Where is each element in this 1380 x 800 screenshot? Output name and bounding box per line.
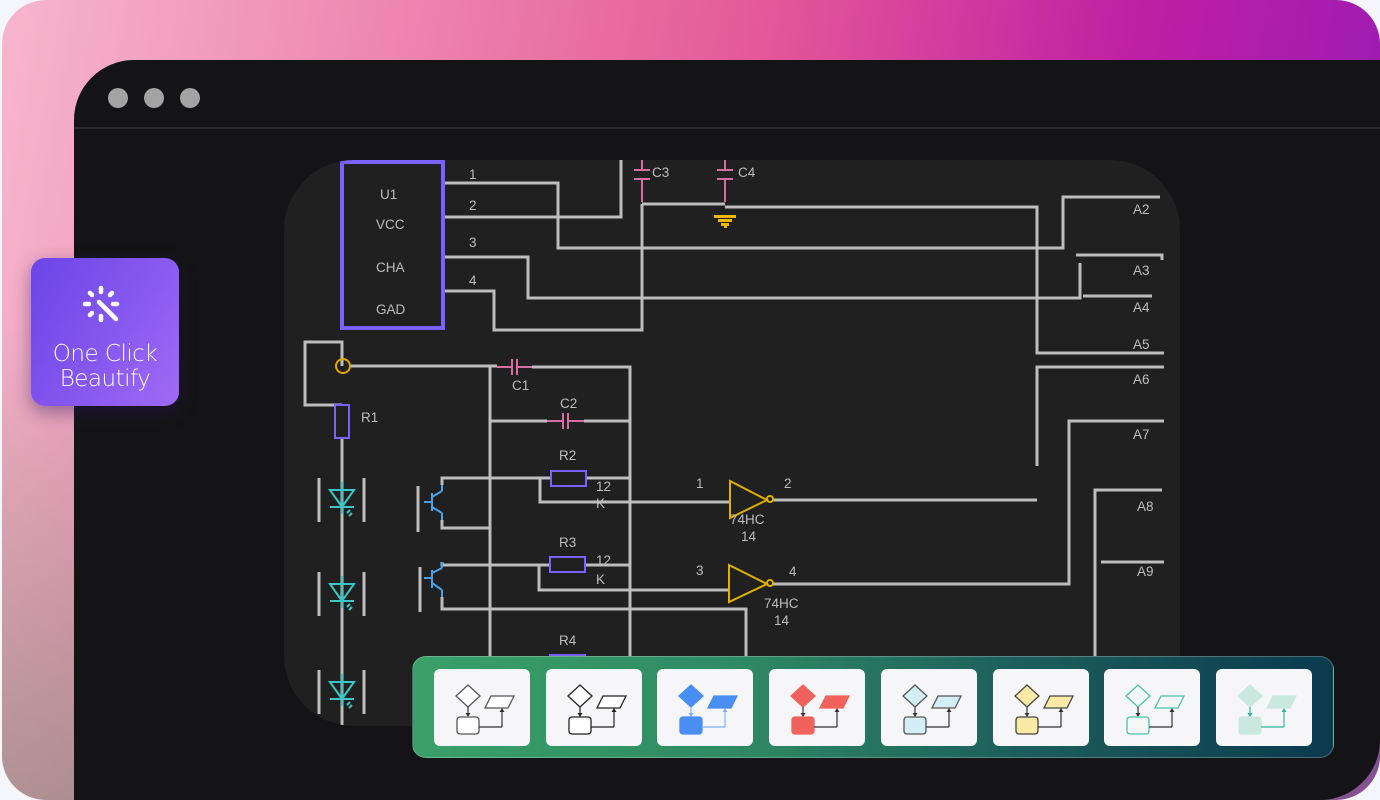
ground-icon <box>714 215 736 228</box>
transistor-q2[interactable] <box>418 562 443 612</box>
resistor-r1[interactable] <box>334 404 350 439</box>
title-bar <box>74 60 1380 129</box>
ic-name-label: U1 <box>380 187 397 202</box>
output-a8-label: A8 <box>1137 499 1154 514</box>
sparkle-wand-icon <box>82 285 120 323</box>
gate-2-out-pin: 4 <box>789 564 797 579</box>
ic-pin-vcc-label: VCC <box>376 217 405 232</box>
theme-card-red[interactable] <box>769 669 866 746</box>
close-window-dot[interactable] <box>108 88 128 108</box>
wire-18[interactable] <box>440 520 490 530</box>
resistor-r3-label: R3 <box>559 535 576 550</box>
ic-pin-gad-label: GAD <box>376 302 406 317</box>
flowchart-preview-icon <box>455 684 516 735</box>
output-a6-label: A6 <box>1133 372 1150 387</box>
ic-pin-cha-label: CHA <box>376 260 405 275</box>
flowchart-preview-icon <box>901 684 962 735</box>
beautify-label: One Click Beautify <box>31 342 179 392</box>
pin-number-2: 2 <box>469 198 477 213</box>
flowchart-preview-icon <box>566 684 627 735</box>
gate-1-out-pin: 2 <box>784 476 792 491</box>
capacitor-c2-label: C2 <box>560 396 577 411</box>
pin-number-4: 4 <box>469 273 477 288</box>
resistor-r4-label: R4 <box>559 633 577 648</box>
minimize-window-dot[interactable] <box>144 88 164 108</box>
wire-6[interactable] <box>725 205 1164 355</box>
maximize-window-dot[interactable] <box>180 88 200 108</box>
resistor-r3[interactable] <box>549 556 586 573</box>
theme-card-outline-light[interactable] <box>434 669 530 746</box>
resistor-r2-label: R2 <box>559 448 576 463</box>
pin-number-3: 3 <box>469 235 477 250</box>
output-a9-label: A9 <box>1137 564 1154 579</box>
theme-card-teal-outline[interactable] <box>1104 669 1201 746</box>
gate-2-part-line1: 74HC <box>764 596 799 611</box>
resistor-r2[interactable] <box>550 470 587 487</box>
output-a7-label: A7 <box>1133 427 1150 442</box>
schematic-canvas[interactable]: U1 VCC CHA GAD 1 2 3 4 C3 C4 C1 C2 R1 R2… <box>284 160 1180 726</box>
capacitor-c3[interactable] <box>634 160 650 202</box>
gate-1-part-line2: 14 <box>741 529 757 544</box>
theme-card-outline-bold[interactable] <box>545 669 642 746</box>
theme-card-blue[interactable] <box>657 669 754 746</box>
gate-1-part-line1: 74HC <box>730 512 765 527</box>
theme-picker <box>412 656 1334 758</box>
circuit-schematic: U1 VCC CHA GAD 1 2 3 4 C3 C4 C1 C2 R1 R2… <box>303 160 1164 726</box>
capacitor-c4-label: C4 <box>738 165 756 180</box>
resistor-r2-value: 12 <box>596 479 611 494</box>
gate-1-in-pin: 1 <box>696 476 704 491</box>
flowchart-preview-icon <box>790 684 851 735</box>
one-click-beautify-button[interactable]: One Click Beautify <box>31 258 179 406</box>
capacitor-c4[interactable] <box>717 160 733 202</box>
output-a3-label: A3 <box>1133 263 1150 278</box>
wire-21[interactable] <box>440 562 550 567</box>
beautify-label-line2: Beautify <box>59 366 151 392</box>
pin-number-1: 1 <box>469 167 477 182</box>
wire-16[interactable] <box>440 476 551 485</box>
flowchart-preview-icon <box>1013 684 1074 735</box>
gate-2-part-line2: 14 <box>774 613 790 628</box>
capacitor-c1-label: C1 <box>512 378 529 393</box>
flowchart-preview-icon <box>1125 684 1186 735</box>
wire-7[interactable] <box>1076 253 1164 260</box>
output-a4-label: A4 <box>1133 300 1150 315</box>
capacitor-c2[interactable] <box>547 413 584 429</box>
output-a5-label: A5 <box>1133 337 1150 352</box>
theme-card-yellow[interactable] <box>992 669 1089 746</box>
transistor-q1[interactable] <box>416 485 443 532</box>
resistor-r1-label: R1 <box>361 410 378 425</box>
capacitor-c1[interactable] <box>497 359 532 375</box>
beautify-label-line1: One Click <box>52 341 158 367</box>
wire-3[interactable] <box>445 255 1082 300</box>
theme-card-light-blue[interactable] <box>880 669 977 746</box>
resistor-r2-unit: K <box>596 496 605 511</box>
wire-24[interactable] <box>773 419 1164 586</box>
flowchart-preview-icon <box>1236 684 1297 735</box>
theme-card-mint[interactable] <box>1215 669 1312 746</box>
resistor-r3-value: 12 <box>596 553 611 568</box>
gate-2-in-pin: 3 <box>696 563 704 578</box>
output-a2-label: A2 <box>1133 202 1150 217</box>
wire-4[interactable] <box>445 204 644 332</box>
resistor-r3-unit: K <box>596 572 605 587</box>
flowchart-preview-icon <box>678 684 739 735</box>
wire-9[interactable] <box>303 340 344 407</box>
capacitor-c3-label: C3 <box>652 165 669 180</box>
